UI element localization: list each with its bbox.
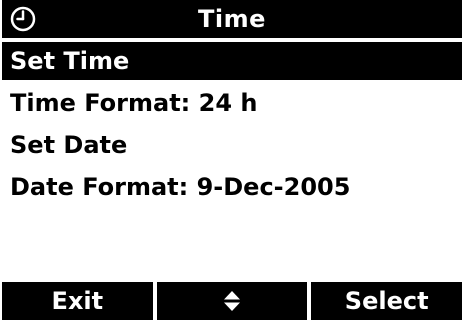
meter-display: Time Set Time Time Format: 24 h Set Date… [2,0,463,320]
menu-item-time-format[interactable]: Time Format: 24 h [2,84,462,122]
softkey-bar: Exit Select [2,282,463,320]
screen-title: Time [198,5,266,33]
title-bar: Time [2,0,462,38]
navigate-button[interactable] [156,282,308,320]
menu-item-date-format[interactable]: Date Format: 9-Dec-2005 [2,168,462,206]
menu-item-set-date[interactable]: Set Date [2,126,462,164]
up-down-arrows-icon [224,291,240,311]
time-menu: Set Time Time Format: 24 h Set Date Date… [2,42,462,210]
menu-item-set-time[interactable]: Set Time [2,42,462,80]
select-button[interactable]: Select [311,282,463,320]
exit-button[interactable]: Exit [2,282,153,320]
